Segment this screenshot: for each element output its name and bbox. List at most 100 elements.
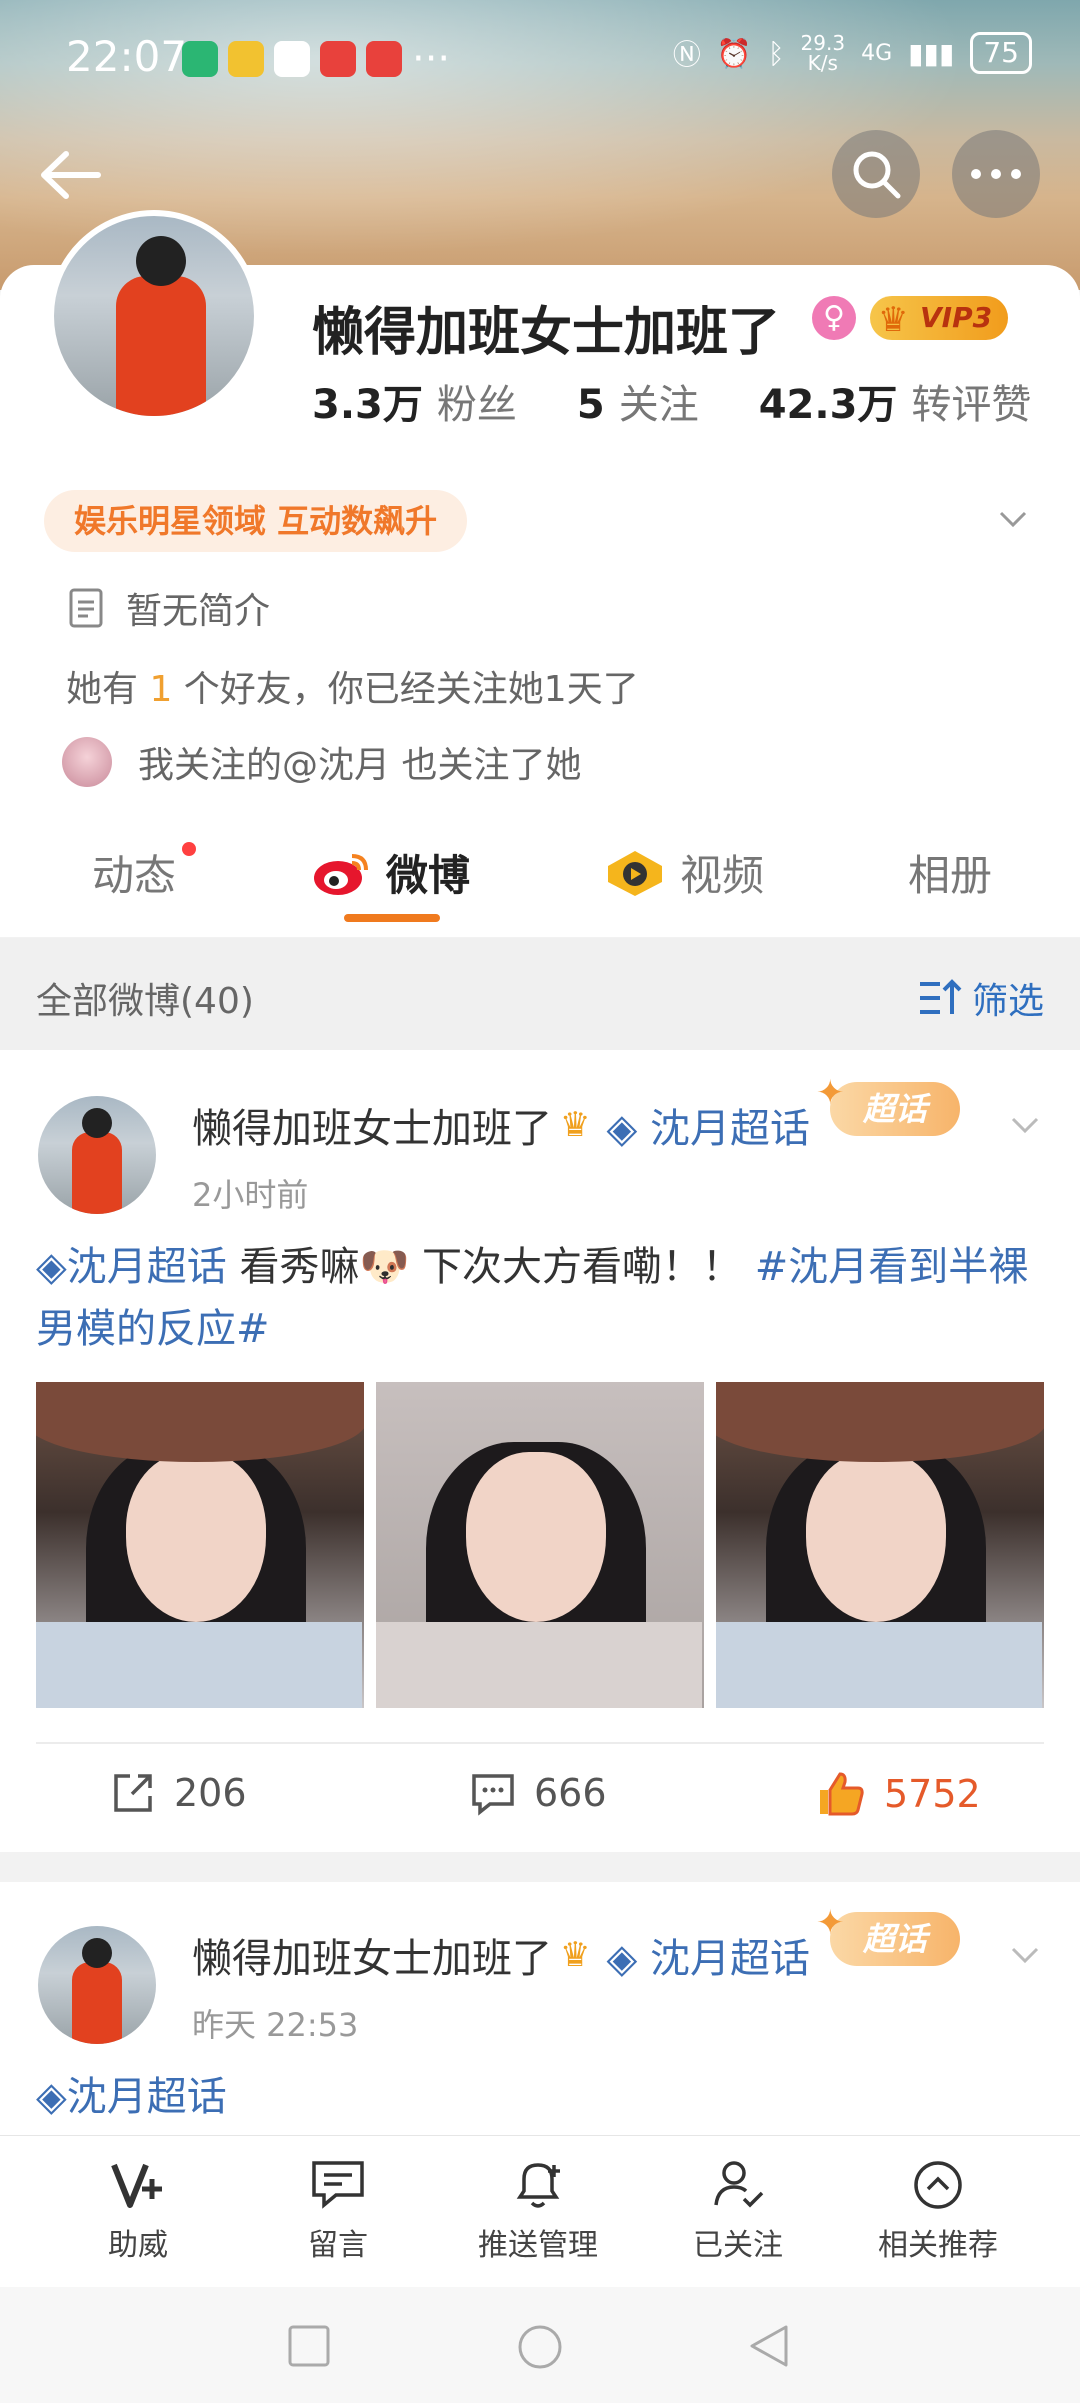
recommend-button[interactable]: 相关推荐 (838, 2154, 1038, 2264)
tab-weibo[interactable]: 微博 (312, 842, 470, 903)
profile-tabs: 动态 微博 视频 相册 (0, 842, 1080, 932)
tab-album[interactable]: 相册 (908, 842, 992, 903)
nfc-icon: Ⓝ (672, 38, 701, 71)
followed-button[interactable]: 已关注 (638, 2154, 838, 2264)
post-author-avatar[interactable] (38, 1096, 156, 1214)
tab-dynamic-label: 动态 (92, 851, 177, 900)
tab-video-label: 视频 (680, 851, 765, 900)
push-settings-label: 推送管理 (478, 2228, 598, 2263)
back-button[interactable] (36, 140, 106, 210)
push-settings-button[interactable]: 推送管理 (438, 2154, 638, 2264)
back-nav-button[interactable] (746, 2323, 792, 2369)
post-image[interactable] (36, 1382, 364, 1708)
post-image[interactable] (716, 1382, 1044, 1708)
filter-icon (919, 979, 962, 1014)
friends-info[interactable]: 她有 1 个好友，你已经关注她1天了 (66, 660, 639, 712)
likes-stat[interactable]: 42.3万 转评赞 (759, 372, 1032, 430)
chevron-down-icon (999, 511, 1027, 528)
recommend-label: 相关推荐 (878, 2228, 998, 2263)
comment-button[interactable]: 666 (470, 1770, 607, 1816)
more-notifications-icon: ··· (412, 36, 451, 82)
back-arrow-icon (41, 151, 101, 199)
vip-crown-icon: ♛ (560, 1935, 591, 1975)
mutual-avatar (62, 737, 112, 787)
search-button[interactable] (832, 130, 920, 218)
like-button[interactable]: 5752 (816, 1770, 981, 1818)
follow-count: 5 (576, 382, 605, 428)
post-time: 2小时前 (192, 1176, 309, 1214)
vip-crown-icon: ♛ (878, 300, 909, 340)
message-button[interactable]: 留言 (238, 2154, 438, 2264)
likes-label: 转评赞 (911, 382, 1032, 428)
followed-label: 已关注 (693, 2228, 783, 2263)
post-options-button[interactable] (1010, 1940, 1040, 1970)
post-actions: 206 666 5752 (0, 1760, 1080, 1840)
video-icon (608, 850, 662, 896)
alarm-icon: ⏰ (716, 36, 752, 70)
repost-button[interactable]: 206 (110, 1770, 247, 1816)
post-time: 昨天 22:53 (192, 2006, 359, 2044)
post-image[interactable] (376, 1382, 704, 1708)
feed-filter-bar: 全部微博(40) 筛选 (0, 938, 1080, 1050)
post-divider (36, 1742, 1044, 1744)
post-topic-text: 沈月超话 (66, 1244, 227, 1290)
more-options-button[interactable] (952, 130, 1040, 218)
network-type: 4G (861, 40, 893, 66)
filter-button[interactable]: 筛选 (918, 972, 1044, 1024)
repost-icon (114, 1774, 152, 1812)
follow-stat[interactable]: 5 关注 (577, 372, 699, 430)
post-author-name[interactable]: 懒得加班女士加班了 (192, 1926, 552, 1984)
post-topic-text: 沈月超话 (66, 2074, 227, 2120)
app-notification-icon (366, 41, 402, 77)
profile-nickname: 懒得加班女士加班了 (312, 303, 781, 363)
status-bar: 22:07 ··· Ⓝ ⏰ ᛒ 29.3 K/s 4G ▮▮▮ 75 (0, 20, 1080, 90)
super-topic-link[interactable]: ◈ 沈月超话 (606, 1096, 809, 1154)
field-tag[interactable]: 娱乐明星领域 互动数飙升 (44, 490, 468, 552)
super-topic-name: 沈月超话 (649, 1106, 810, 1152)
post-author-avatar[interactable] (38, 1926, 156, 2044)
search-icon (853, 151, 901, 199)
zhuwei-button[interactable]: 助威 (38, 2154, 238, 2264)
post-author-line: 懒得加班女士加班了 ♛ ◈ 沈月超话 (192, 1096, 810, 1154)
post-author-name[interactable]: 懒得加班女士加班了 (192, 1096, 552, 1154)
friends-prefix: 她有 (66, 669, 150, 710)
post-options-button[interactable] (1010, 1110, 1040, 1140)
comment-count: 666 (534, 1771, 607, 1815)
tab-dynamic[interactable]: 动态 (92, 842, 176, 903)
status-right-icons: Ⓝ ⏰ ᛒ 29.3 K/s 4G ▮▮▮ 75 (673, 32, 1032, 74)
document-icon (69, 588, 103, 628)
message-icon (312, 2161, 364, 2209)
profile-stats: 3.3万 粉丝 5 关注 42.3万 转评赞 (312, 372, 1080, 430)
profile-avatar[interactable] (48, 210, 260, 422)
fans-stat[interactable]: 3.3万 粉丝 (312, 372, 517, 430)
chevron-up-circle-icon (914, 2161, 962, 2209)
post-body-text: 看秀嘛🐶 下次大方看嘞！！ (226, 1244, 755, 1290)
recent-apps-button[interactable] (286, 2323, 332, 2369)
post-separator (0, 1852, 1080, 1882)
post-author-line: 懒得加班女士加班了 ♛ ◈ 沈月超话 (192, 1926, 810, 1984)
notification-dot (182, 842, 196, 856)
super-topic-link[interactable]: ◈ 沈月超话 (606, 1926, 809, 1984)
vip-crown-icon: ♛ (560, 1105, 591, 1145)
tab-video[interactable]: 视频 (604, 842, 764, 903)
expand-profile-button[interactable] (998, 504, 1028, 534)
post-topic-link[interactable]: ◈沈月超话 (36, 1244, 227, 1290)
app-notification-icon (182, 41, 218, 77)
post-topic-link[interactable]: ◈沈月超话 (36, 2074, 227, 2120)
home-button[interactable] (516, 2323, 564, 2371)
filter-label: 筛选 (971, 981, 1044, 1022)
chevron-down-icon (1011, 1947, 1039, 1964)
chevron-down-icon (1011, 1117, 1039, 1134)
signal-icon: ▮▮▮ (908, 36, 955, 70)
mutual-follow-info[interactable]: 我关注的@沈月 也关注了她 (62, 736, 581, 788)
user-check-icon (714, 2161, 764, 2208)
active-tab-indicator (344, 914, 440, 922)
female-gender-icon: ♀ (812, 296, 856, 340)
likes-count: 42.3万 (758, 382, 898, 428)
all-weibo-count[interactable]: 全部微博(40) (36, 972, 254, 1024)
tab-album-label: 相册 (908, 851, 993, 900)
vip-badge[interactable]: ♛ VIP3 (870, 296, 1009, 340)
star-icon: ✦ (816, 1903, 845, 1943)
cheer-v-plus-icon (111, 2163, 162, 2208)
friends-suffix: 个好友，你已经关注她1天了 (172, 669, 639, 710)
